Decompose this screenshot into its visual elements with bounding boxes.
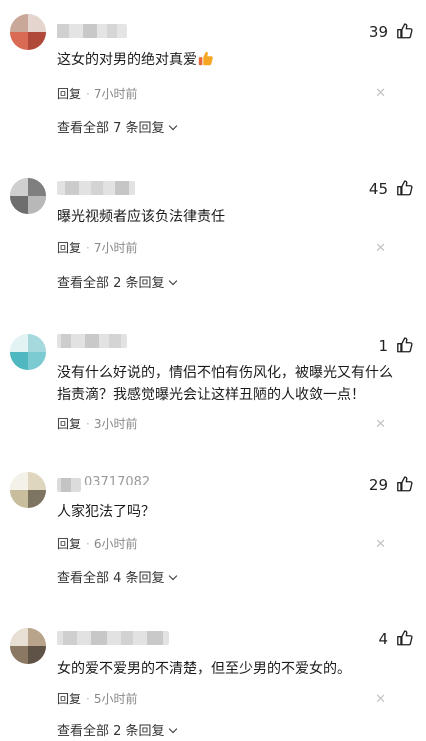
avatar[interactable]: [10, 472, 46, 508]
username-blurred[interactable]: [57, 181, 135, 195]
comment-time: 7小时前: [93, 87, 138, 101]
comment-meta: 回复 · 7小时前: [57, 87, 138, 101]
thumbs-up-outline-icon[interactable]: [396, 336, 414, 354]
view-all-replies-button[interactable]: 查看全部 2 条回复: [57, 276, 177, 292]
comment-meta: 回复 · 5小时前: [57, 692, 138, 706]
avatar[interactable]: [10, 628, 46, 664]
username-blurred[interactable]: [57, 24, 127, 38]
avatar[interactable]: [10, 14, 46, 50]
comment-time: 3小时前: [93, 417, 138, 431]
like-count: 39: [368, 23, 388, 41]
like-count: 45: [368, 180, 388, 198]
comment-meta: 回复 · 6小时前: [57, 537, 138, 551]
thumbs-up-outline-icon[interactable]: [396, 629, 414, 647]
view-all-replies-button[interactable]: 查看全部 7 条回复: [57, 121, 177, 137]
close-icon[interactable]: ✕: [375, 418, 386, 432]
close-icon[interactable]: ✕: [375, 693, 386, 707]
comment-meta: 回复 · 7小时前: [57, 241, 138, 255]
comment-text: 人家犯法了吗？: [57, 504, 155, 520]
comment-text: 曝光视频者应该负法律责任: [57, 209, 225, 225]
reply-button[interactable]: 回复: [57, 241, 81, 255]
comment-meta: 回复 · 3小时前: [57, 417, 138, 431]
view-all-replies-button[interactable]: 查看全部 4 条回复: [57, 571, 177, 587]
reply-button[interactable]: 回复: [57, 87, 81, 101]
username-fragment: 03717082: [84, 476, 151, 485]
comment-text: 女的爱不爱男的不清楚，但至少男的不爱女的。: [57, 661, 351, 677]
reply-button[interactable]: 回复: [57, 417, 81, 431]
comment-text: 这女的对男的绝对真爱: [57, 49, 397, 71]
comment-item: 4 女的爱不爱男的不清楚，但至少男的不爱女的。 回复 · 5小时前 ✕ 查看全部 2…: [0, 600, 426, 741]
comment-item: 03717082 29 人家犯法了吗？ 回复 · 6小时前 ✕ 查看全部 4 条回复: [0, 450, 426, 600]
like-count: 1: [378, 337, 388, 355]
like-count: 4: [378, 630, 388, 648]
username-blurred[interactable]: [57, 334, 127, 348]
close-icon[interactable]: ✕: [375, 538, 386, 552]
comment-time: 5小时前: [93, 692, 138, 706]
reply-button[interactable]: 回复: [57, 537, 81, 551]
comment-text: 没有什么好说的，情侣不怕有伤风化，被曝光又有什么指责滴？我感觉曝光会让这样丑陋的…: [57, 365, 393, 403]
username-blurred[interactable]: [57, 478, 81, 492]
comment-item: 1 没有什么好说的，情侣不怕有伤风化，被曝光又有什么指责滴？我感觉曝光会让这样丑…: [0, 310, 426, 450]
comment-time: 7小时前: [93, 241, 138, 255]
comment-item: 39 这女的对男的绝对真爱 回复 · 7小时前 ✕ 查看全部 7 条回复: [0, 0, 426, 160]
thumbs-up-outline-icon[interactable]: [396, 179, 414, 197]
comment-time: 6小时前: [93, 537, 138, 551]
avatar[interactable]: [10, 178, 46, 214]
chevron-down-icon: [168, 571, 177, 581]
like-count: 29: [368, 476, 388, 494]
username-blurred[interactable]: [57, 631, 169, 645]
close-icon[interactable]: ✕: [375, 87, 386, 101]
close-icon[interactable]: ✕: [375, 242, 386, 256]
view-all-replies-button[interactable]: 查看全部 2 条回复: [57, 724, 177, 740]
thumbs-up-outline-icon[interactable]: [396, 475, 414, 493]
chevron-down-icon: [168, 724, 177, 734]
reply-button[interactable]: 回复: [57, 692, 81, 706]
thumbs-up-emoji: [198, 51, 213, 66]
chevron-down-icon: [168, 276, 177, 286]
chevron-down-icon: [168, 121, 177, 131]
comment-item: 45 曝光视频者应该负法律责任 回复 · 7小时前 ✕ 查看全部 2 条回复: [0, 160, 426, 310]
thumbs-up-outline-icon[interactable]: [396, 22, 414, 40]
avatar[interactable]: [10, 334, 46, 370]
